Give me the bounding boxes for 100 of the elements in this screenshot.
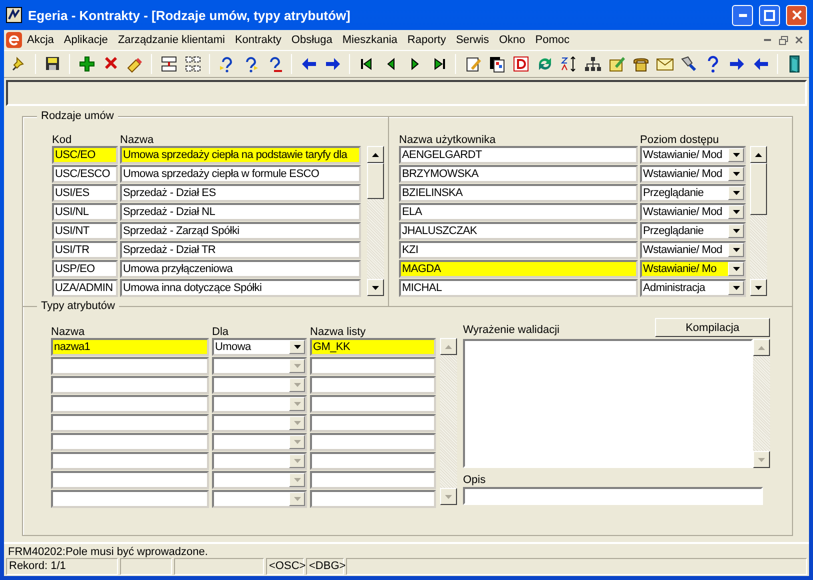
caret-up-icon bbox=[755, 152, 762, 156]
scrollbar[interactable] bbox=[440, 338, 457, 505]
for-dropdown[interactable] bbox=[212, 433, 307, 451]
menu-item[interactable]: Raporty bbox=[402, 34, 451, 46]
scrollbar-thumb[interactable] bbox=[750, 163, 767, 215]
name-field[interactable]: nazwa1 bbox=[51, 338, 209, 356]
name-field[interactable] bbox=[51, 490, 209, 508]
caret-down-icon bbox=[294, 383, 300, 387]
menu-item[interactable]: Mieszkania bbox=[337, 34, 402, 46]
menu-item[interactable]: Serwis bbox=[450, 34, 494, 46]
scroll-down-button[interactable] bbox=[750, 279, 767, 296]
minimize-button[interactable] bbox=[732, 4, 753, 26]
name-field[interactable]: Sprzedaż - Dział TR bbox=[120, 241, 361, 259]
name-field[interactable]: Sprzedaż - Dział ES bbox=[120, 184, 361, 202]
list-name-field[interactable] bbox=[310, 376, 436, 394]
name-field[interactable] bbox=[51, 452, 209, 470]
for-dropdown[interactable]: Umowa bbox=[212, 338, 307, 356]
user-field[interactable]: KZI bbox=[399, 241, 638, 259]
list-name-field[interactable] bbox=[310, 490, 436, 508]
user-field[interactable]: JHALUSZCZAK bbox=[399, 222, 638, 240]
name-field[interactable]: Umowa przyłączeniowa bbox=[120, 260, 361, 278]
for-dropdown[interactable] bbox=[212, 376, 307, 394]
name-field[interactable]: Umowa inna dotyczące Spółki bbox=[120, 279, 361, 297]
for-dropdown[interactable] bbox=[212, 471, 307, 489]
maximize-button[interactable] bbox=[759, 4, 780, 26]
scroll-up-button[interactable] bbox=[750, 146, 767, 163]
user-field[interactable]: AENGELGARDT bbox=[399, 146, 638, 164]
for-dropdown[interactable] bbox=[212, 357, 307, 375]
user-field[interactable]: BZIELINSKA bbox=[399, 184, 638, 202]
scrollbar-thumb[interactable] bbox=[367, 163, 384, 199]
access-dropdown[interactable]: Wstawianie/ Mod bbox=[640, 241, 746, 259]
caret-down-icon bbox=[732, 229, 740, 233]
list-name-field[interactable] bbox=[310, 414, 436, 432]
access-dropdown[interactable]: Wstawianie/ Mod bbox=[640, 146, 746, 164]
description-field[interactable] bbox=[463, 487, 763, 505]
name-field[interactable]: Sprzedaż - Dział NL bbox=[120, 203, 361, 221]
name-field[interactable] bbox=[51, 414, 209, 432]
user-field[interactable]: BRZYMOWSKA bbox=[399, 165, 638, 183]
access-dropdown[interactable]: Przeglądanie bbox=[640, 184, 746, 202]
code-field[interactable]: USP/EO bbox=[52, 260, 118, 278]
name-field[interactable] bbox=[51, 395, 209, 413]
code-field[interactable]: USI/TR bbox=[52, 241, 118, 259]
list-name-field[interactable] bbox=[310, 357, 436, 375]
for-dropdown[interactable] bbox=[212, 395, 307, 413]
user-field[interactable]: MICHAL bbox=[399, 279, 638, 297]
compile-button[interactable]: Kompilacja bbox=[655, 318, 770, 337]
scroll-down-button[interactable] bbox=[753, 451, 770, 468]
scrollbar[interactable] bbox=[750, 146, 767, 296]
scroll-down-button[interactable] bbox=[367, 279, 384, 296]
code-field[interactable]: USC/EO bbox=[52, 146, 118, 164]
column-header: Nazwa listy bbox=[310, 326, 367, 338]
validation-label: Wyrażenie walidacji bbox=[463, 324, 560, 337]
code-field[interactable]: USI/NL bbox=[52, 203, 118, 221]
code-field[interactable]: USC/ESCO bbox=[52, 165, 118, 183]
menu-item[interactable]: Obsługa bbox=[286, 34, 338, 46]
description-label: Opis bbox=[463, 474, 487, 487]
menu-item[interactable]: Pomoc bbox=[530, 34, 575, 46]
name-field[interactable]: Umowa sprzedaży ciepła na podstawie taryfy dla bbox=[120, 146, 361, 164]
scrollbar[interactable] bbox=[367, 146, 384, 296]
caret-down-icon bbox=[755, 286, 762, 290]
list-name-field[interactable] bbox=[310, 395, 436, 413]
scroll-up-button[interactable] bbox=[440, 338, 457, 355]
access-dropdown[interactable]: Przeglądanie bbox=[640, 222, 746, 240]
name-field[interactable] bbox=[51, 471, 209, 489]
for-dropdown[interactable] bbox=[212, 490, 307, 508]
access-dropdown[interactable]: Wstawianie/ Mod bbox=[640, 203, 746, 221]
scroll-up-button[interactable] bbox=[367, 146, 384, 163]
menu-item[interactable]: Aplikacje bbox=[58, 34, 113, 46]
for-dropdown[interactable] bbox=[212, 452, 307, 470]
menu-item[interactable]: Zarządzanie klientami bbox=[112, 34, 230, 46]
app-logo-icon bbox=[6, 32, 22, 48]
menu-item[interactable]: Kontrakty bbox=[230, 34, 286, 46]
scrollbar[interactable] bbox=[753, 339, 770, 468]
list-name-field[interactable]: GM_KK bbox=[310, 338, 436, 356]
user-field[interactable]: ELA bbox=[399, 203, 638, 221]
scroll-up-button[interactable] bbox=[753, 339, 770, 356]
list-name-field[interactable] bbox=[310, 452, 436, 470]
window-title: Egeria - Kontrakty - [Rodzaje umów, typy atrybutów] bbox=[28, 8, 352, 22]
name-field[interactable]: Sprzedaż - Zarząd Spółki bbox=[120, 222, 361, 240]
menu-item[interactable]: Akcja bbox=[22, 34, 59, 46]
caret-down-icon bbox=[732, 210, 740, 214]
validation-textarea[interactable] bbox=[463, 339, 753, 468]
access-dropdown[interactable]: Administracja bbox=[640, 279, 746, 297]
list-name-field[interactable] bbox=[310, 471, 436, 489]
for-dropdown[interactable] bbox=[212, 414, 307, 432]
name-field[interactable]: Umowa sprzedaży ciepła w formule ESCO bbox=[120, 165, 361, 183]
name-field[interactable] bbox=[51, 433, 209, 451]
close-button[interactable] bbox=[786, 4, 807, 26]
name-field[interactable] bbox=[51, 376, 209, 394]
name-field[interactable] bbox=[51, 357, 209, 375]
user-field[interactable]: MAGDA bbox=[399, 260, 638, 278]
code-field[interactable]: USI/NT bbox=[52, 222, 118, 240]
scroll-down-button[interactable] bbox=[440, 488, 457, 505]
code-field[interactable]: USI/ES bbox=[52, 184, 118, 202]
access-dropdown[interactable]: Wstawianie/ Mod bbox=[640, 165, 746, 183]
caret-down-icon bbox=[732, 286, 740, 290]
status-field bbox=[120, 558, 172, 575]
menu-item[interactable]: Okno bbox=[494, 34, 530, 46]
access-dropdown[interactable]: Wstawianie/ Mo bbox=[640, 260, 746, 278]
list-name-field[interactable] bbox=[310, 433, 436, 451]
